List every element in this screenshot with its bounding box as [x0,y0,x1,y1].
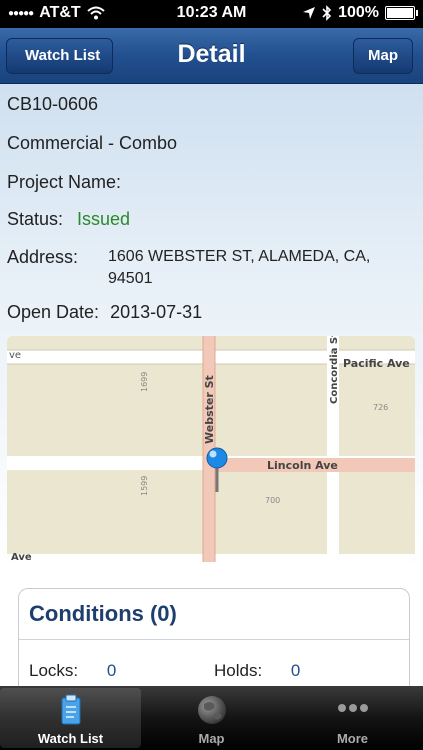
tab-bar: Watch List Map More [0,686,423,750]
bluetooth-icon [322,5,332,21]
street-label-concordia-st: Concordia St [329,336,340,404]
status-label: Status: [7,209,64,229]
address-label: Address: [7,247,79,267]
tab-map[interactable]: Map [141,688,282,748]
conditions-card[interactable]: Conditions (0) Locks: 0 Holds: 0 [18,588,410,686]
address-value: 1606 WEBSTER ST, ALAMEDA, CA, 94501 [108,248,371,287]
card-divider [19,639,409,640]
tab-watch-list[interactable]: Watch List [0,688,141,748]
locks-row: Locks: 0 [29,661,116,681]
location-arrow-icon [303,7,316,19]
detail-content[interactable]: CB10-0606 Commercial - Combo Project Nam… [0,84,423,686]
tab-map-label: Map [198,731,225,746]
open-date-row: Open Date: 2013-07-31 [7,302,202,323]
battery-icon [385,6,418,20]
open-date-label: Open Date: [7,302,100,322]
status-bar: ●●●●● AT&T 10:23 AM 100% [0,0,423,28]
street-label-partial-bottom: Ave [11,552,32,562]
navigation-bar: Watch List Detail Map [0,28,423,84]
open-date-value: 2013-07-31 [110,302,203,322]
street-label-webster-st: Webster St [203,375,216,444]
locks-label: Locks: [29,661,79,680]
holds-value: 0 [290,661,301,680]
parcel-700: 700 [265,496,280,505]
conditions-title: Conditions (0) [29,601,177,626]
street-label-lincoln-ave: Lincoln Ave [267,459,338,472]
parcel-726: 726 [373,403,388,412]
location-map[interactable]: ve Pacific Ave Concordia St Webster St L… [7,336,415,562]
globe-icon [197,696,226,724]
status-row: Status: Issued [7,209,130,230]
holds-label: Holds: [214,661,263,680]
holds-row: Holds: 0 [214,661,300,681]
project-name-label: Project Name: [7,172,122,192]
battery-percent: 100% [338,4,379,21]
street-label-pacific-ave: Pacific Ave [343,357,410,370]
map-button[interactable]: Map [353,38,413,74]
clipboard-icon [61,694,80,725]
tab-more[interactable]: More [282,688,423,748]
tab-watch-list-label: Watch List [37,731,104,746]
parcel-1699: 1699 [140,372,149,392]
permit-type: Commercial - Combo [7,133,178,153]
tab-more-label: More [336,731,369,746]
permit-id: CB10-0606 [7,94,99,114]
parcel-1599: 1599 [140,476,149,496]
street-label-partial-top: ve [9,350,21,361]
more-dots-icon [337,704,368,712]
status-value: Issued [77,209,131,229]
locks-value: 0 [106,661,117,680]
map-canvas: ve Pacific Ave Concordia St Webster St L… [7,336,415,562]
